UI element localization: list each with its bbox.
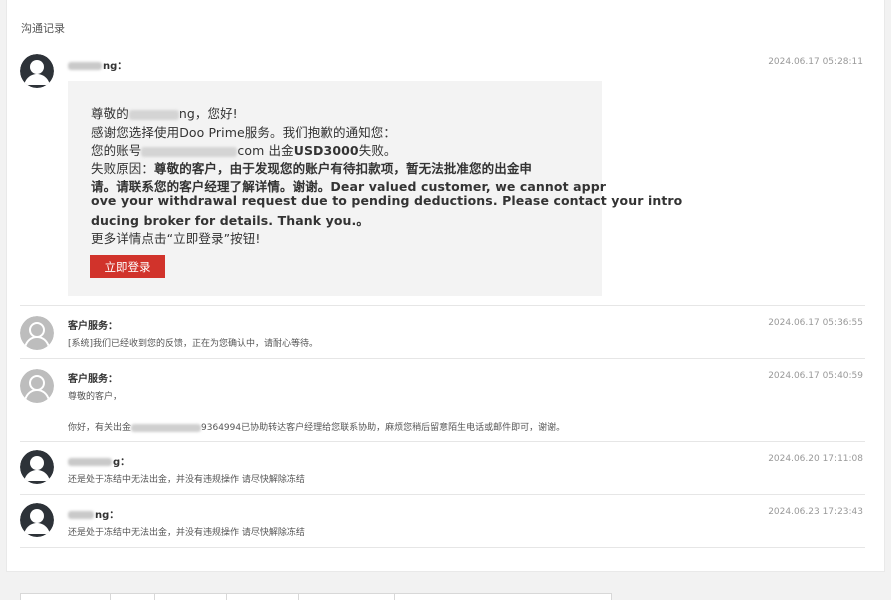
message-text: 尊敬的客户， [68,392,123,402]
redacted-name [128,109,179,120]
dark-user-icon [20,450,54,484]
redacted-order [131,423,202,432]
page-title: 沟通记录 [21,22,65,35]
sender-name: ng： [68,57,127,72]
email-greeting: 尊敬的 ng，您好! [91,106,238,121]
email-line: 感谢您选择使用Doo Prime服务。我们抱歉的通知您： [91,125,396,140]
message-item: ng： 2024.06.23 17:23:43 还是处于冻结中无法出金，并没有违… [20,495,865,548]
message-time: 2024.06.17 05:40:59 [768,371,863,381]
email-reason-line: ove your withdrawal request due to pendi… [91,193,683,208]
redacted-account [141,146,238,157]
pager-cell[interactable] [395,594,611,600]
redacted-name [68,458,112,466]
pager-cell[interactable] [227,594,299,600]
message-time: 2024.06.17 05:28:11 [768,57,863,67]
sender-name: g： [68,453,130,468]
message-time: 2024.06.23 17:23:43 [768,507,863,517]
message-item: ng： 2024.06.17 05:28:11 尊敬的 ng，您好! 感谢您选择使… [20,48,865,306]
redacted-name [68,511,94,519]
pager-cell[interactable] [299,594,395,600]
message-item: 客户服务： 2024.06.17 05:36:55 [系统]我们已经收到您的反馈… [20,306,865,359]
pager-cell[interactable] [155,594,227,600]
sender-name: 客户服务： [68,374,118,385]
message-text: 你好，有关出金 9364994已协助转达客户经理给您联系协助，麻烦您稍后留意陌生电… [68,423,566,433]
redacted-name [68,62,102,70]
sender-name: ng： [68,506,119,521]
email-account-line: 您的账号 com 出金USD3000失败。 [91,143,397,158]
message-time: 2024.06.20 17:11:08 [768,454,863,464]
email-reason: 失败原因：尊敬的客户，由于发现您的账户有待扣款项，暂无法批准您的出金申 [91,161,533,176]
pager-cell[interactable] [111,594,155,600]
message-item: g： 2024.06.20 17:11:08 还是处于冻结中无法出金，并没有违规… [20,442,865,495]
message-item: 客户服务： 2024.06.17 05:40:59 尊敬的客户， 你好，有关出金… [20,359,865,442]
dark-user-icon [20,54,54,88]
message-time: 2024.06.17 05:36:55 [768,318,863,328]
message-text: 还是处于冻结中无法出金，并没有违规操作 请尽快解除冻结 [68,528,305,538]
gray-user-icon [20,369,54,403]
sender-name: 客户服务： [68,321,118,332]
email-reason-line: ducing broker for details. Thank you.。 [91,213,370,228]
pager-cell[interactable] [21,594,111,600]
message-text: 还是处于冻结中无法出金，并没有违规操作 请尽快解除冻结 [68,475,305,485]
login-now-button[interactable]: 立即登录 [90,255,165,278]
gray-user-icon [20,316,54,350]
pagination-bar [20,593,612,600]
dark-user-icon [20,503,54,537]
message-text: [系统]我们已经收到您的反馈，正在为您确认中，请耐心等待。 [68,339,319,349]
email-more-info: 更多详情点击“立即登录”按钮! [91,231,261,246]
email-card: 尊敬的 ng，您好! 感谢您选择使用Doo Prime服务。我们抱歉的通知您： 您… [68,81,682,296]
